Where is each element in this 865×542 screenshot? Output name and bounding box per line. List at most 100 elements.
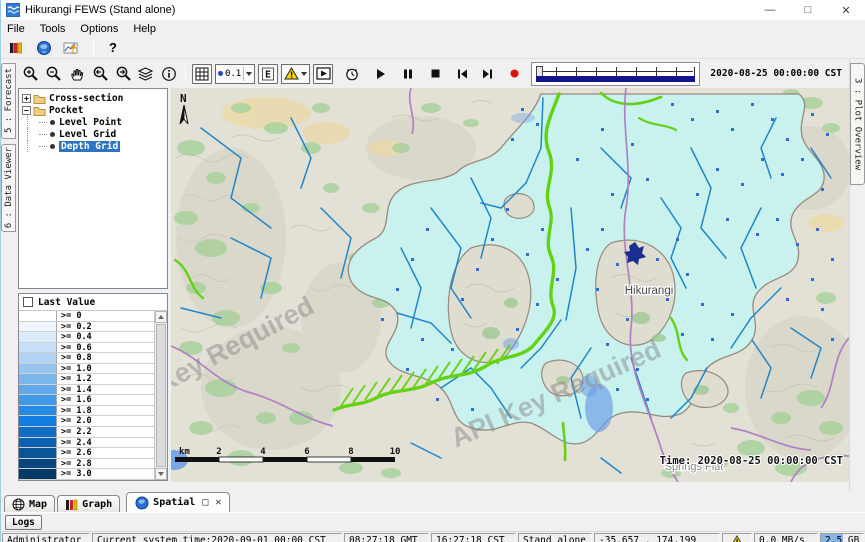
stop-button[interactable]	[425, 64, 445, 84]
tab-graph[interactable]: Graph	[57, 495, 120, 512]
grid-display-button[interactable]	[192, 64, 212, 84]
legend-row[interactable]: >= 1.4	[19, 385, 154, 396]
tree-row[interactable]: −Pocket	[20, 104, 166, 116]
legend-row-label: >= 1.2	[57, 374, 154, 384]
legend-row-label: >= 2.8	[57, 459, 154, 469]
thresholds-dropdown[interactable]	[281, 64, 310, 84]
last-value-checkbox[interactable]	[23, 297, 33, 307]
legend-row[interactable]: >= 1.8	[19, 406, 154, 417]
left-tabstrip: 5 : Forecast 6 : Data Viewer	[1, 59, 17, 491]
legend-toggle-button[interactable]: E	[258, 64, 278, 84]
menu-item-tools[interactable]: Tools	[40, 23, 66, 35]
zoom-in-button[interactable]	[21, 64, 41, 84]
spatial-display-button[interactable]	[34, 38, 54, 58]
window-title: Hikurangi FEWS (Stand alone)	[25, 4, 175, 16]
legend-color-swatch	[19, 416, 57, 426]
timeline-datetime: 2020-08-25 00:00:00 CST	[710, 68, 842, 79]
legend-row[interactable]: >= 2.0	[19, 416, 154, 427]
legend-color-swatch	[19, 332, 57, 342]
scroll-thumb[interactable]	[156, 324, 166, 467]
tree-expander-icon[interactable]: −	[22, 106, 31, 115]
help-button[interactable]: ?	[105, 40, 121, 55]
legend-row[interactable]: >= 0	[19, 311, 154, 322]
time-settings-button[interactable]	[342, 64, 362, 84]
scroll-down-icon[interactable]	[155, 468, 167, 480]
maximize-button[interactable]: □	[789, 0, 827, 20]
layers-button[interactable]	[136, 64, 156, 84]
legend-row[interactable]: >= 3.0	[19, 469, 154, 480]
status-warning[interactable]	[722, 533, 752, 542]
record-button[interactable]	[504, 64, 524, 84]
legend-color-swatch	[19, 469, 57, 479]
legend-row[interactable]: >= 0.6	[19, 343, 154, 354]
legend-row[interactable]: >= 1.6	[19, 395, 154, 406]
zoom-previous-button[interactable]	[90, 64, 110, 84]
zoom-next-button[interactable]	[113, 64, 133, 84]
timeseries-dialog-button[interactable]	[62, 38, 82, 58]
info-button[interactable]	[159, 64, 179, 84]
pause-icon	[402, 68, 414, 80]
menu-item-file[interactable]: File	[7, 23, 25, 35]
database-viewer-button[interactable]	[6, 38, 26, 58]
legend-row[interactable]: >= 1.0	[19, 364, 154, 375]
tab-spatial[interactable]: Spatial □ ✕	[126, 492, 230, 512]
legend-row-label: >= 2.0	[57, 416, 154, 426]
legend-row[interactable]: >= 1.2	[19, 374, 154, 385]
warning-icon	[284, 67, 299, 80]
tab-data-viewer[interactable]: 6 : Data Viewer	[1, 144, 16, 232]
legend-row[interactable]: >= 2.2	[19, 427, 154, 438]
warning-icon	[730, 535, 744, 542]
tree-row[interactable]: Level Grid	[20, 128, 166, 140]
tree-node-label: Depth Grid	[59, 141, 120, 152]
app-toolbar: ?	[1, 37, 865, 59]
legend-color-swatch	[19, 448, 57, 458]
status-user: Administrator	[2, 533, 90, 542]
tree-node-bullet-icon	[50, 132, 55, 137]
skip-start-button[interactable]	[452, 64, 472, 84]
tree-node-bullet-icon	[50, 120, 55, 125]
tree-row[interactable]: +Cross-section	[20, 92, 166, 104]
legend-panel: Last Value >= 0>= 0.2>= 0.4>= 0.6>= 0.8>…	[18, 293, 168, 481]
minimize-button[interactable]: —	[751, 0, 789, 20]
timeline-slider[interactable]	[531, 62, 700, 86]
tree-expander-icon[interactable]: +	[22, 94, 31, 103]
tab-plot-overview[interactable]: 3 : Plot Overview	[850, 63, 865, 185]
menu-item-options[interactable]: Options	[80, 23, 118, 35]
status-local-time: 16:27:18 CST	[431, 533, 516, 542]
pause-button[interactable]	[398, 64, 418, 84]
legend-color-swatch	[19, 438, 57, 448]
map-view[interactable]: API Key Required API Key Required N Hiku…	[171, 88, 849, 491]
bar-books-icon	[8, 40, 24, 56]
legend-row[interactable]: >= 0.2	[19, 322, 154, 333]
animation-dialog-button[interactable]	[313, 64, 333, 84]
legend-row-label: >= 0.4	[57, 332, 154, 342]
legend-scrollbar[interactable]	[154, 311, 167, 480]
tab-close-icon[interactable]: ✕	[215, 497, 221, 508]
legend-row[interactable]: >= 0.4	[19, 332, 154, 343]
right-tabstrip: 3 : Plot Overview	[849, 59, 865, 491]
legend-row-label: >= 0.2	[57, 322, 154, 332]
legend-row[interactable]: >= 2.4	[19, 438, 154, 449]
legend-row[interactable]: >= 2.8	[19, 459, 154, 470]
pan-button[interactable]	[67, 64, 87, 84]
close-button[interactable]: ✕	[827, 0, 865, 20]
logs-button[interactable]: Logs	[5, 515, 42, 530]
legend-row[interactable]: >= 2.6	[19, 448, 154, 459]
classification-dropdown[interactable]: 0.1	[215, 64, 255, 84]
legend-row-label: >= 1.0	[57, 364, 154, 374]
skip-end-icon	[481, 68, 494, 80]
tree-row[interactable]: Depth Grid	[20, 140, 166, 152]
tree-node-bullet-icon	[50, 144, 55, 149]
skip-end-button[interactable]	[477, 64, 497, 84]
tree-row[interactable]: Level Point	[20, 116, 166, 128]
play-button[interactable]	[371, 64, 391, 84]
legend-row[interactable]: >= 0.8	[19, 353, 154, 364]
legend-row-label: >= 0.6	[57, 343, 154, 353]
menu-item-help[interactable]: Help	[133, 23, 156, 35]
scroll-up-icon[interactable]	[155, 311, 167, 323]
map-canvas[interactable]: API Key Required API Key Required N Hiku…	[171, 88, 849, 482]
tab-maximize-icon[interactable]: □	[202, 497, 208, 508]
zoom-out-button[interactable]	[44, 64, 64, 84]
tab-map[interactable]: Map	[4, 495, 55, 512]
tab-forecast[interactable]: 5 : Forecast	[1, 63, 16, 139]
